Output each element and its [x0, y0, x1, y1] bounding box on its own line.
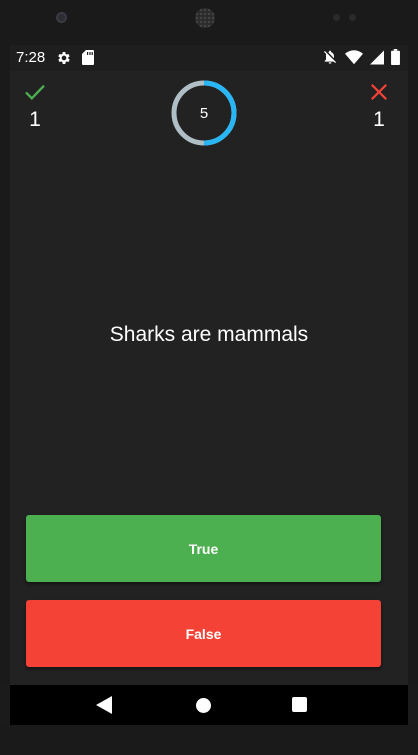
phone-screen: 7:28 1 5 1 Sharks are mammals True False [10, 45, 408, 725]
wrong-count: 1 [373, 108, 385, 131]
back-icon[interactable] [96, 696, 112, 714]
light-sensor [349, 14, 356, 21]
device-bottom-bezel [0, 725, 418, 755]
wrong-score: 1 [364, 83, 394, 132]
sd-card-icon [82, 50, 94, 65]
check-icon [25, 84, 45, 100]
settings-icon [58, 52, 70, 64]
front-camera [56, 12, 67, 23]
battery-icon [391, 49, 400, 65]
correct-score: 1 [20, 83, 50, 132]
proximity-sensor [333, 14, 340, 21]
home-icon[interactable] [196, 698, 211, 713]
timer-value: 5 [199, 104, 209, 122]
countdown-timer: 5 [170, 79, 238, 147]
signal-icon [370, 50, 384, 64]
wifi-icon [345, 49, 363, 64]
correct-count: 1 [29, 108, 41, 131]
device-right-bezel [408, 45, 418, 685]
true-button[interactable]: True [26, 515, 381, 582]
earpiece-speaker [195, 8, 215, 28]
device-top-bezel [0, 0, 418, 45]
navigation-bar [10, 685, 408, 725]
status-bar: 7:28 [10, 45, 408, 71]
alarm-off-icon [324, 50, 336, 64]
device-left-bezel [0, 45, 10, 685]
status-time: 7:28 [16, 49, 46, 66]
false-button[interactable]: False [26, 600, 381, 667]
recents-icon[interactable] [292, 697, 307, 712]
close-icon [371, 84, 387, 100]
question-text: Sharks are mammals [109, 323, 309, 346]
